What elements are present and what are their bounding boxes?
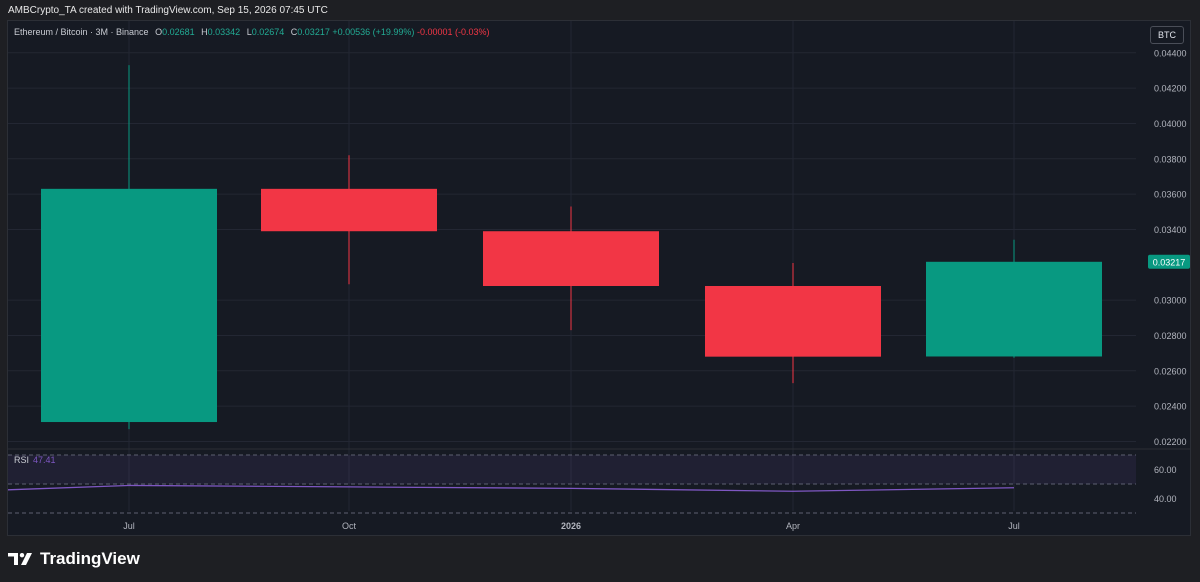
price-tick-label: 0.02200 bbox=[1154, 437, 1187, 447]
close-value: 0.03217 bbox=[297, 27, 330, 37]
price-tick-label: 0.02600 bbox=[1154, 366, 1187, 376]
rsi-label[interactable]: RSI bbox=[14, 455, 29, 465]
low-value: 0.02674 bbox=[251, 27, 285, 37]
time-tick-label: 2026 bbox=[561, 521, 581, 531]
chart-canvas[interactable]: 0.02200 0.02400 0.02600 0.02800 0.03000 0.034… bbox=[8, 21, 1191, 536]
brand-name: TradingView bbox=[40, 549, 140, 568]
symbol-legend: Ethereum / Bitcoin · 3M · Binance O0.026… bbox=[14, 27, 490, 37]
price-tick-label: 0.02800 bbox=[1154, 331, 1187, 341]
price-tick-label: 0.03000 bbox=[1154, 296, 1187, 306]
price-tick-label: 0.04000 bbox=[1154, 119, 1187, 129]
change-value: +0.00536 (+19.99%) bbox=[332, 27, 415, 37]
time-tick-label: Apr bbox=[786, 521, 800, 531]
price-tick-label: 0.03400 bbox=[1154, 225, 1187, 235]
tradingview-logo[interactable]: TradingView bbox=[8, 549, 140, 569]
candle-body bbox=[483, 231, 659, 286]
rsi-band bbox=[8, 455, 1136, 484]
candle-body bbox=[705, 286, 881, 357]
candle-body bbox=[261, 188, 437, 232]
rsi-legend: RSI 47.41 bbox=[14, 455, 56, 465]
rsi-tick-label: 60.00 bbox=[1154, 465, 1177, 475]
attribution-text: AMBCrypto_TA created with TradingView.co… bbox=[8, 5, 328, 16]
time-tick-label: Jul bbox=[1008, 521, 1020, 531]
time-tick-label: Jul bbox=[123, 521, 135, 531]
tradingview-logo-icon bbox=[8, 553, 32, 565]
open-value: 0.02681 bbox=[162, 27, 195, 37]
time-tick-label: Oct bbox=[342, 521, 357, 531]
candle-body bbox=[926, 261, 1102, 357]
price-tick-label: 0.03800 bbox=[1154, 154, 1187, 164]
change-secondary-value: -0.00001 (-0.03%) bbox=[416, 27, 490, 37]
price-tick-label: 0.03600 bbox=[1154, 190, 1187, 200]
price-tick-label: 0.04400 bbox=[1154, 48, 1187, 58]
candle-body bbox=[41, 188, 217, 423]
chart-frame[interactable]: 0.02200 0.02400 0.02600 0.02800 0.03000 0.034… bbox=[7, 20, 1191, 536]
high-value: 0.03342 bbox=[207, 27, 241, 37]
last-price-label: 0.03217 bbox=[1153, 257, 1186, 267]
rsi-line bbox=[8, 484, 1015, 492]
symbol-name[interactable]: Ethereum / Bitcoin · 3M · Binance bbox=[14, 27, 149, 37]
price-tick-label: 0.04200 bbox=[1154, 84, 1187, 94]
currency-button[interactable]: BTC bbox=[1150, 26, 1184, 44]
rsi-tick-label: 40.00 bbox=[1154, 494, 1177, 504]
price-tick-label: 0.02400 bbox=[1154, 402, 1187, 412]
rsi-value: 47.41 bbox=[33, 455, 56, 465]
